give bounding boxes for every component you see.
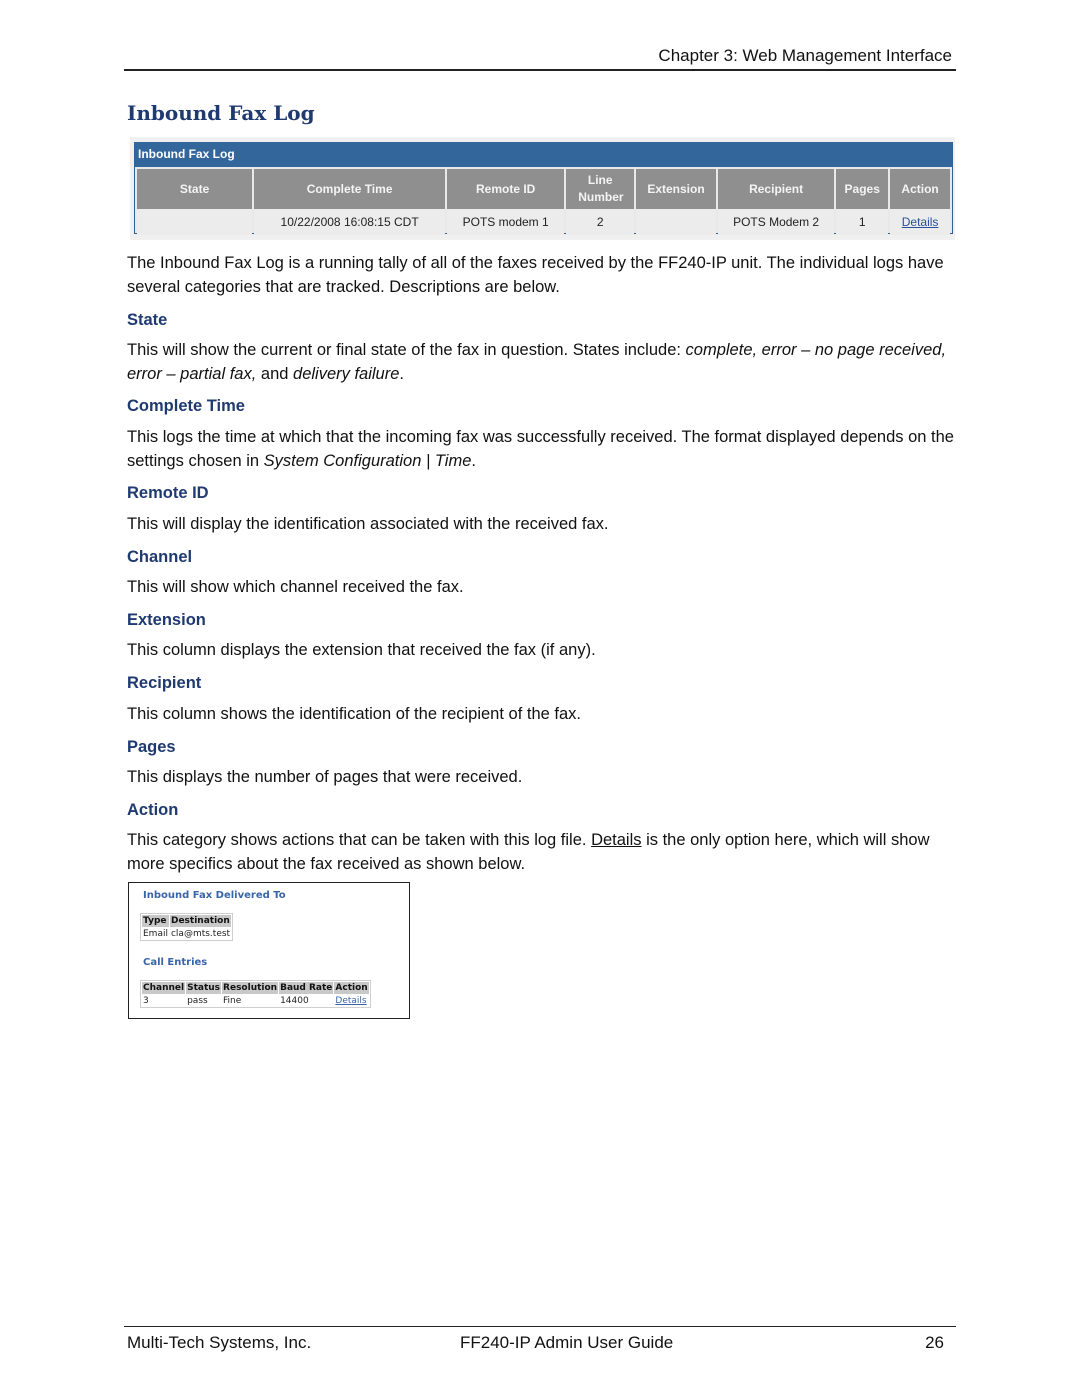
fax-log-table: State Complete Time Remote ID Line Numbe… <box>135 167 952 235</box>
cell-remote-id: POTS modem 1 <box>447 209 565 235</box>
delivered-to-table: Type Destination Email cla@mts.test <box>140 913 234 941</box>
column-header-resolution: Resolution <box>222 982 279 994</box>
footer-guide-title: FF240-IP Admin User Guide <box>460 1333 674 1352</box>
table-header-row: Channel Status Resolution Baud Rate Acti… <box>142 982 369 994</box>
cell-state <box>137 209 253 235</box>
column-header-type: Type <box>142 915 169 927</box>
channel-description: This will show which channel received th… <box>127 578 464 596</box>
table-row: 3 pass Fine 14400 Details <box>142 995 369 1006</box>
cell-destination: cla@mts.test <box>170 928 231 939</box>
cell-action: Details <box>334 995 368 1006</box>
intro-paragraph: The Inbound Fax Log is a running tally o… <box>127 254 944 296</box>
footer-company: Multi-Tech Systems, Inc. <box>127 1333 312 1352</box>
table-row: 10/22/2008 16:08:15 CDT POTS modem 1 2 P… <box>137 209 950 235</box>
heading-remote-id: Remote ID <box>127 484 209 502</box>
text-segment-italic: System Configuration | Time <box>263 452 472 470</box>
column-header-state[interactable]: State <box>137 167 253 209</box>
column-header-pages[interactable]: Pages <box>836 167 889 209</box>
inbound-fax-log-panel: Inbound Fax Log State Complete Time Remo… <box>134 142 953 235</box>
call-entries-title: Call Entries <box>143 957 208 968</box>
column-header-complete-time[interactable]: Complete Time <box>254 167 445 209</box>
cell-recipient: POTS Modem 2 <box>717 209 835 235</box>
column-header-recipient[interactable]: Recipient <box>717 167 835 209</box>
column-header-baud-rate: Baud Rate <box>279 982 334 994</box>
table-row: Email cla@mts.test <box>142 928 231 939</box>
table-header-row: State Complete Time Remote ID Line Numbe… <box>137 167 950 209</box>
text-segment: This category shows actions that can be … <box>127 831 592 849</box>
text-segment: and <box>256 365 294 383</box>
panel-title: Inbound Fax Log <box>135 142 952 167</box>
details-reference: Details <box>591 831 642 849</box>
column-header-line-number[interactable]: Line Number <box>566 167 635 209</box>
cell-line-number: 2 <box>566 209 635 235</box>
complete-time-description: This logs the time at which that the inc… <box>127 425 957 473</box>
action-description: This category shows actions that can be … <box>127 828 957 876</box>
table-header-row: Type Destination <box>142 915 232 927</box>
inbound-fax-log-screenshot: Inbound Fax Log State Complete Time Remo… <box>130 137 955 240</box>
heading-recipient: Recipient <box>127 674 202 692</box>
column-header-extension[interactable]: Extension <box>636 167 716 209</box>
heading-channel: Channel <box>127 548 193 566</box>
state-description: This will show the current or final stat… <box>127 338 957 386</box>
remote-id-description: This will display the identification ass… <box>127 515 609 533</box>
column-header-status: Status <box>186 982 222 994</box>
column-header-action: Action <box>334 982 369 994</box>
text-segment-italic: delivery failure <box>293 365 400 383</box>
column-header-destination: Destination <box>169 915 232 927</box>
cell-status: pass <box>187 995 208 1006</box>
text-segment: . <box>471 452 476 470</box>
running-header: Chapter 3: Web Management Interface <box>124 45 956 71</box>
column-header-action[interactable]: Action <box>890 167 950 209</box>
cell-action: Details <box>890 209 950 235</box>
page-footer: Multi-Tech Systems, Inc. FF240-IP Admin … <box>124 1326 956 1357</box>
delivered-to-title: Inbound Fax Delivered To <box>143 890 286 901</box>
pages-description: This displays the number of pages that w… <box>127 768 523 786</box>
cell-extension <box>636 209 716 235</box>
text-segment: This will show the current or final stat… <box>127 341 686 359</box>
heading-pages: Pages <box>127 738 176 756</box>
cell-baud-rate: 14400 <box>280 995 309 1006</box>
call-entries-table: Channel Status Resolution Baud Rate Acti… <box>140 980 371 1008</box>
chapter-title: Chapter 3: Web Management Interface <box>658 46 952 65</box>
heading-complete-time: Complete Time <box>127 397 245 415</box>
details-link[interactable]: Details <box>335 996 366 1006</box>
section-title: Inbound Fax Log <box>127 101 315 125</box>
details-link[interactable]: Details <box>902 215 939 229</box>
heading-action: Action <box>127 801 179 819</box>
recipient-description: This column shows the identification of … <box>127 705 581 723</box>
cell-type: Email <box>143 928 168 939</box>
cell-pages: 1 <box>836 209 889 235</box>
column-header-channel: Channel <box>142 982 186 994</box>
page-number: 26 <box>925 1333 944 1352</box>
line-number-label: Line Number <box>578 173 624 204</box>
extension-description: This column displays the extension that … <box>127 641 596 659</box>
text-segment: . <box>399 365 404 383</box>
column-header-remote-id[interactable]: Remote ID <box>447 167 565 209</box>
document-page: Chapter 3: Web Management Interface Inbo… <box>0 0 1080 1397</box>
cell-complete-time: 10/22/2008 16:08:15 CDT <box>254 209 445 235</box>
cell-resolution: Fine <box>223 995 242 1006</box>
cell-channel: 3 <box>143 995 149 1006</box>
heading-state: State <box>127 311 168 329</box>
heading-extension: Extension <box>127 611 206 629</box>
fax-details-screenshot: Inbound Fax Delivered To Type Destinatio… <box>128 882 410 1019</box>
text-segment: This logs the time at which that the inc… <box>127 428 954 470</box>
